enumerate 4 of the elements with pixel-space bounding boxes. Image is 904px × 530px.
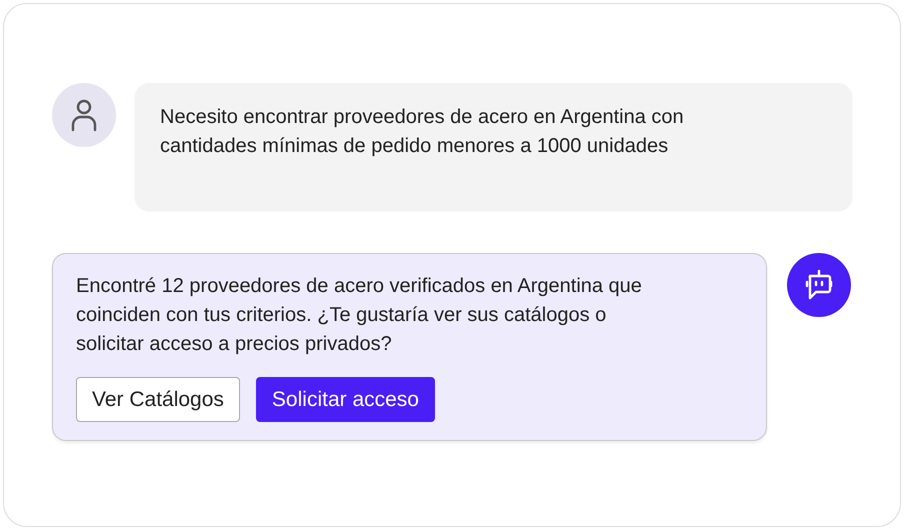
request-access-button[interactable]: Solicitar acceso xyxy=(256,377,435,422)
catalogs-button[interactable]: Ver Catálogos xyxy=(76,377,240,422)
user-message: Necesito encontrar proveedores de acero en Argentina con cantidades mínimas de pedido menores a 1000 unidades xyxy=(135,83,852,210)
bot-message: Encontré 12 proveedores de acero verificados en Argentina que coinciden con tus criterios. ¿Te gustaría ver sus catálogos o solicitar acceso a precios privados? xyxy=(76,274,643,357)
